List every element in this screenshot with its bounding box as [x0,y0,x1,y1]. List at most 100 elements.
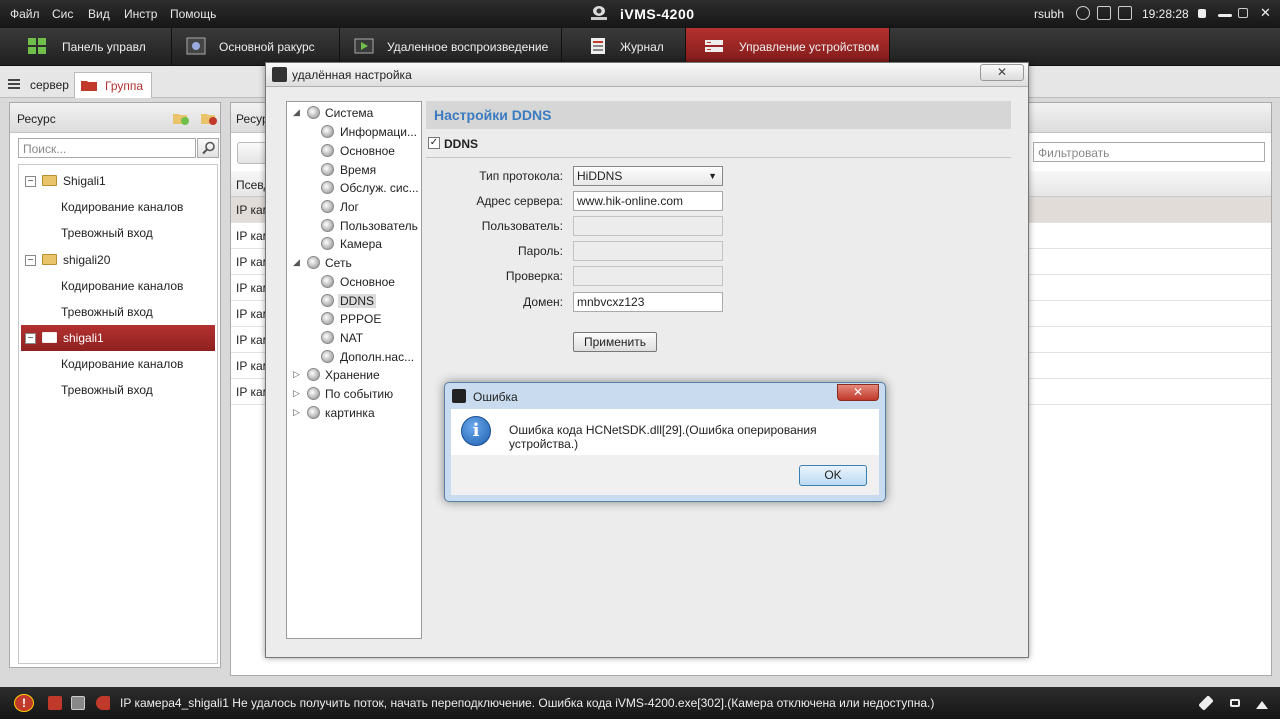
tree-group-node[interactable]: − Shigali1 [21,168,215,194]
tab-main-view[interactable]: Основной ракурс [172,28,340,66]
restore-icon[interactable] [1238,8,1248,18]
list-icon [8,79,20,89]
expand-up-icon[interactable] [1256,701,1268,709]
sound-icon[interactable] [96,696,110,710]
tree-child-node[interactable]: Кодирование каналов [21,273,215,299]
collapsed-arrow-icon[interactable]: ▷ [293,369,300,380]
collapse-icon[interactable]: − [25,255,36,266]
tree-group-node-selected[interactable]: − shigali1 [21,325,215,351]
settings-icon [321,275,334,288]
ok-button[interactable]: OK [799,465,867,486]
resource-tree: − Shigali1 Кодирование каналов Тревожный… [18,164,218,664]
error-dialog-titlebar[interactable]: Ошибка ✕ [445,383,885,409]
tree-node-label: shigali1 [63,331,104,345]
close-icon[interactable]: ✕ [1260,5,1271,21]
chevron-down-icon: ▼ [708,171,717,181]
config-tree: ◢ Система Информаци... Основное Время Об… [286,101,422,639]
pin-icon[interactable] [1198,695,1214,711]
error-close-button[interactable]: ✕ [837,384,879,401]
tab-label: Группа [105,79,144,93]
tree-item-label: Обслуж. сис... [340,181,419,195]
dialog-titlebar[interactable]: удалённая настройка ✕ [266,63,1028,87]
tree-item-label: Пользователь [340,219,418,233]
protocol-select[interactable]: HiDDNS ▼ [573,166,723,186]
tree-item-label: Дополн.нас... [340,350,415,364]
screenshot-icon[interactable] [71,696,85,710]
tree-group-node[interactable]: − shigali20 [21,247,215,273]
server-address-input[interactable]: www.hik-online.com [573,191,723,211]
tree-child-node[interactable]: Кодирование каналов [21,351,215,377]
delete-group-icon[interactable] [201,111,217,125]
grid-icon [28,38,46,54]
tab-server[interactable]: сервер [0,72,74,98]
tree-node-label: Shigali1 [63,174,106,188]
tree-item-label: Основное [340,144,395,158]
server-label: Адрес сервера: [476,194,563,208]
cpu-icon [1097,6,1111,20]
add-group-icon[interactable] [173,111,189,125]
collapse-icon[interactable]: − [25,333,36,344]
search-button[interactable] [197,138,219,158]
expanded-arrow-icon[interactable]: ◢ [293,257,300,268]
menu-file[interactable]: Файл [10,7,40,21]
settings-icon [307,106,320,119]
verify-input[interactable] [573,266,723,286]
tree-item-label: NAT [340,331,364,345]
alarm-icon[interactable] [48,696,62,710]
tree-node-label: Кодирование каналов [61,357,184,371]
network-icon[interactable] [1076,6,1090,20]
tree-child-node[interactable]: Тревожный вход [21,220,215,246]
tab-device-management[interactable]: Управление устройством [686,28,890,66]
settings-icon [321,125,334,138]
filter-input[interactable]: Фильтровать [1033,142,1265,162]
settings-icon [307,387,320,400]
dialog-close-button[interactable]: ✕ [980,64,1024,81]
user-label: Пользователь: [481,219,563,233]
settings-icon [321,200,334,213]
tab-label: Управление устройством [739,40,880,54]
resource-search-input[interactable]: Поиск... [18,138,196,158]
window-icon[interactable] [1230,699,1240,707]
collapse-icon[interactable]: − [25,176,36,187]
ddns-enable-checkbox[interactable]: ✓ [428,137,440,149]
minimize-icon[interactable] [1218,14,1232,17]
tree-item-label: Сеть [325,256,352,270]
apply-button[interactable]: Применить [573,332,657,352]
lock-icon[interactable] [1198,9,1206,18]
tree-child-node[interactable]: Кодирование каналов [21,194,215,220]
tab-label: Панель управл [62,40,146,54]
tree-child-node[interactable]: Тревожный вход [21,377,215,403]
tab-remote-playback[interactable]: Удаленное воспроизведение [340,28,562,66]
domain-input[interactable]: mnbvcxz123 [573,292,723,312]
user-input[interactable] [573,216,723,236]
tree-node-label: Кодирование каналов [61,279,184,293]
settings-icon [321,312,334,325]
collapsed-arrow-icon[interactable]: ▷ [293,388,300,399]
tab-log[interactable]: Журнал [562,28,686,66]
menu-system[interactable]: Сис [52,7,73,21]
info-icon: i [461,416,491,446]
dialog-title: удалённая настройка [292,68,412,82]
tree-item-label: Основное [340,275,395,289]
tree-child-node[interactable]: Тревожный вход [21,299,215,325]
warning-icon[interactable]: ! [14,694,34,712]
settings-icon [321,144,334,157]
search-icon [202,141,215,155]
menu-help[interactable]: Помощь [170,7,216,21]
menu-view[interactable]: Вид [88,7,110,21]
error-body: i Ошибка кода HCNetSDK.dll[29].(Ошибка о… [451,409,879,455]
tree-item-label: Камера [340,237,382,251]
tree-node-label: Кодирование каналов [61,200,184,214]
menu-tools[interactable]: Инстр [124,7,157,21]
tree-item-label: Система [325,106,374,120]
tab-control-panel[interactable]: Панель управл [0,28,172,66]
password-input[interactable] [573,241,723,261]
settings-icon [321,163,334,176]
tab-group[interactable]: Группа [74,72,152,98]
expanded-arrow-icon[interactable]: ◢ [293,107,300,118]
collapsed-arrow-icon[interactable]: ▷ [293,407,300,418]
tree-node-label: Тревожный вход [61,226,153,240]
ddns-header: Настройки DDNS [426,101,1011,129]
remote-config-dialog: удалённая настройка ✕ ◢ Система Информац… [265,62,1029,658]
current-user: rsubh [1034,7,1065,21]
